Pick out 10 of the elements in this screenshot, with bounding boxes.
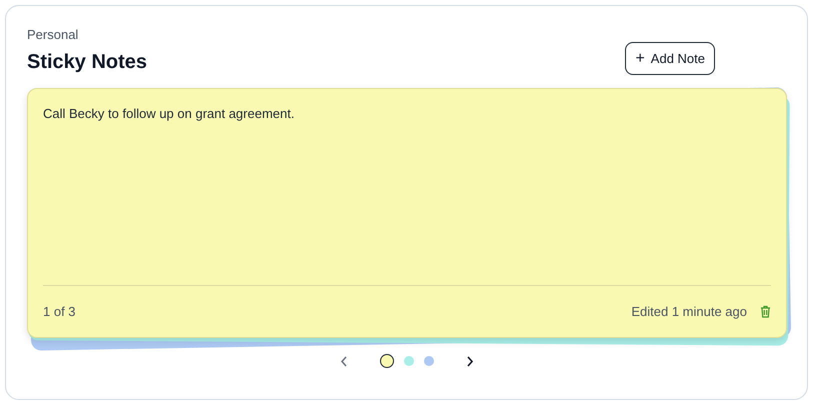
add-note-button[interactable]: + Add Note [625,42,715,75]
note-counter: 1 of 3 [43,302,76,321]
card-title: Sticky Notes [27,50,148,75]
edited-time: Edited 1 minute ago [631,302,747,321]
page-dot[interactable] [404,356,414,366]
page-dot[interactable] [380,354,394,368]
note-text: Call Becky to follow up on grant agreement. [43,105,296,123]
trash-icon[interactable] [760,305,771,318]
section-label: Personal [27,27,80,43]
page-dot[interactable] [424,356,434,366]
